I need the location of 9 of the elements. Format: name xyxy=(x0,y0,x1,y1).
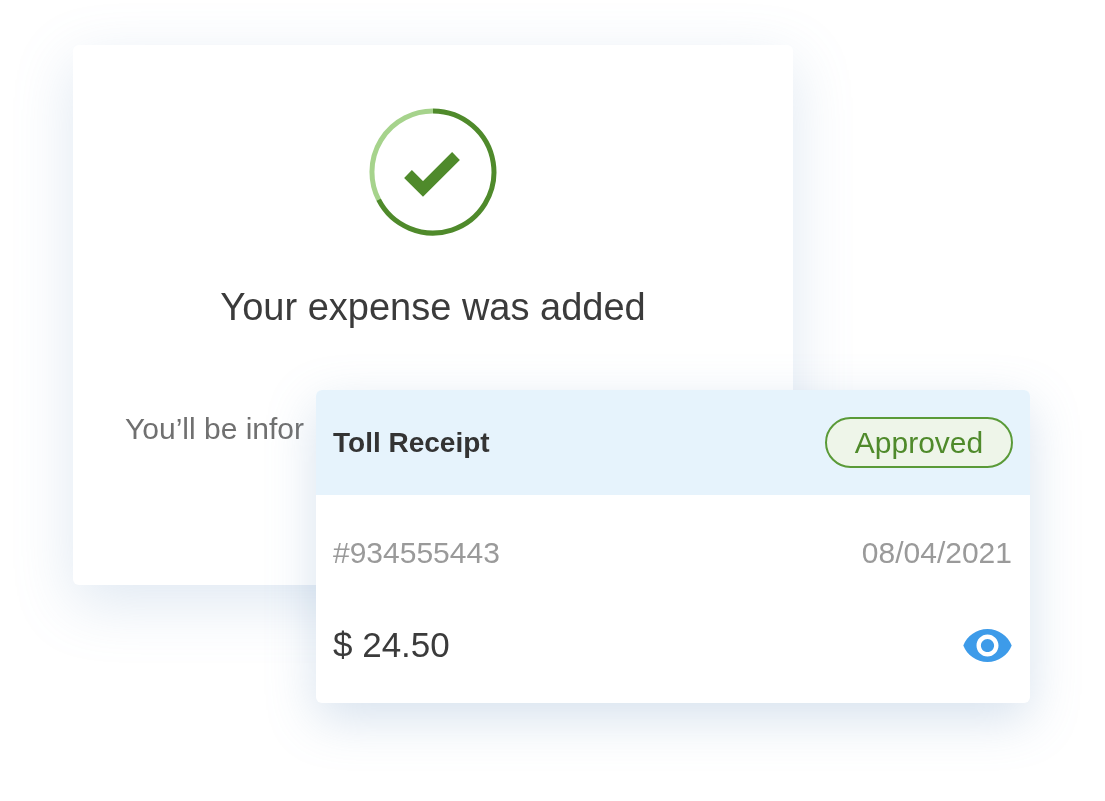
confirmation-title: Your expense was added xyxy=(220,285,646,329)
status-badge: Approved xyxy=(825,417,1013,468)
check-circle-icon xyxy=(368,107,498,237)
eye-icon[interactable] xyxy=(963,628,1012,662)
receipt-number: #934555443 xyxy=(333,534,500,571)
receipt-amount: $ 24.50 xyxy=(333,623,450,666)
receipt-date: 08/04/2021 xyxy=(861,534,1012,571)
confirmation-message: You’ll be infor xyxy=(125,411,305,447)
receipt-title: Toll Receipt xyxy=(333,425,490,460)
